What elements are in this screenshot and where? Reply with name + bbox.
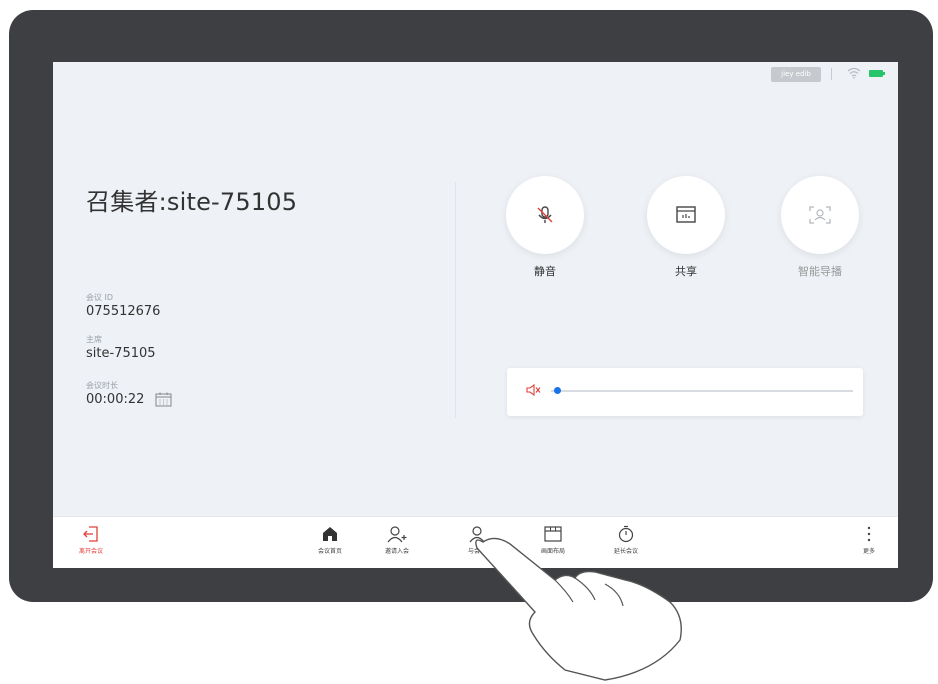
volume-slider-handle[interactable] — [553, 387, 561, 394]
volume-slider-track[interactable] — [551, 390, 853, 392]
home-icon — [323, 527, 337, 541]
pointing-hand-icon — [475, 537, 682, 681]
meeting-id-label: 会议 ID — [86, 293, 114, 302]
smart-director-action[interactable]: 智能导播 — [770, 176, 870, 279]
volume-card — [507, 368, 863, 416]
calendar-icon[interactable] — [155, 392, 172, 407]
host-title: 召集者:site-75105 — [86, 188, 298, 216]
share-action[interactable]: 共享 — [636, 176, 736, 279]
meeting-id-block: 会议 ID 075512676 — [86, 292, 160, 319]
smart-director-button[interactable] — [781, 176, 859, 254]
chair-value: site-75105 — [86, 346, 156, 361]
invite-label: 邀请入会 — [384, 548, 409, 555]
meeting-home-button[interactable]: 会议首页 — [300, 525, 360, 555]
duration-value: 00:00:22 — [86, 392, 145, 407]
chair-block: 主席 site-75105 — [86, 334, 156, 361]
share-label: 共享 — [675, 265, 697, 278]
mic-mute-icon — [537, 206, 553, 223]
more-button[interactable]: 更多 — [839, 525, 898, 555]
battery-icon — [869, 70, 885, 77]
more-vertical-icon — [867, 526, 871, 542]
vertical-divider — [455, 182, 456, 418]
meeting-id-value: 075512676 — [86, 304, 161, 319]
user-tag: jiey edib — [771, 67, 821, 82]
meeting-home-label: 会议首页 — [317, 548, 342, 555]
smart-director-icon — [809, 206, 831, 224]
leave-meeting-button[interactable]: 离开会议 — [61, 525, 121, 555]
add-person-icon — [387, 526, 407, 543]
status-divider — [831, 68, 832, 80]
duration-block: 会议时长 00:00:22 — [86, 380, 172, 407]
chair-label: 主席 — [86, 335, 102, 344]
invite-button[interactable]: 邀请入会 — [367, 525, 427, 555]
device-frame: jiey edib 召集者:site-75105 会议 ID 075512676… — [9, 10, 933, 602]
more-label: 更多 — [862, 548, 875, 555]
mute-button[interactable] — [506, 176, 584, 254]
mute-action[interactable]: 静音 — [495, 176, 595, 279]
duration-row: 00:00:22 — [86, 392, 172, 407]
mute-label: 静音 — [534, 265, 556, 278]
wifi-icon — [847, 67, 861, 79]
duration-label: 会议时长 — [86, 381, 118, 390]
screen: jiey edib 召集者:site-75105 会议 ID 075512676… — [53, 62, 898, 568]
leave-meeting-label: 离开会议 — [78, 548, 103, 555]
speaker-mute-icon[interactable] — [525, 383, 541, 397]
exit-icon — [83, 526, 98, 542]
share-button[interactable] — [647, 176, 725, 254]
share-screen-icon — [676, 206, 696, 223]
smart-director-label: 智能导播 — [798, 265, 842, 278]
